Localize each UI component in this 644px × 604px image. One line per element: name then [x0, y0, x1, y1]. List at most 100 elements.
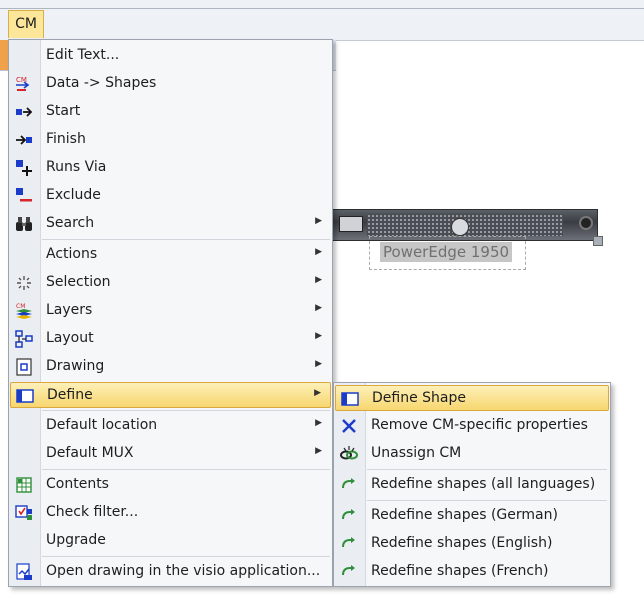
menu-item-label: Start [46, 103, 81, 119]
redefine-arrow-icon [342, 509, 355, 520]
menu-item-label: Contents [46, 476, 109, 492]
device-label-box[interactable]: PowerEdge 1950 [369, 236, 526, 270]
menu-item-label: Upgrade [46, 532, 106, 548]
menu-item-label: Default MUX [46, 445, 134, 461]
cm-context-menu: Edit Text... CM Data -> Shapes Start Fin… [8, 39, 333, 587]
menu-separator [42, 410, 330, 411]
menu-item-label: Redefine shapes (all languages) [371, 476, 596, 492]
submenu-item-remove-cm-properties[interactable]: Remove CM-specific properties [335, 413, 609, 439]
menu-item-selection[interactable]: Selection ▶ [10, 270, 331, 296]
submenu-item-define-shape[interactable]: Define Shape [335, 385, 609, 411]
menu-item-exclude[interactable]: Exclude [10, 183, 331, 209]
menu-item-layout[interactable]: Layout ▶ [10, 326, 331, 352]
submenu-item-redefine-all[interactable]: Redefine shapes (all languages) [335, 472, 609, 498]
menu-item-default-location[interactable]: Default location ▶ [10, 413, 331, 439]
binoculars-icon [16, 217, 32, 231]
menu-item-edit-text[interactable]: Edit Text... [10, 43, 331, 69]
submenu-arrow-icon: ▶ [314, 388, 321, 398]
redefine-arrow-icon [342, 478, 355, 489]
menu-separator [367, 500, 607, 501]
menu-item-label: Data -> Shapes [46, 75, 157, 91]
selection-handle[interactable] [593, 236, 603, 246]
server-knob [579, 216, 593, 230]
menu-item-label: Redefine shapes (English) [371, 535, 553, 551]
drawing-page-icon [16, 358, 32, 376]
menu-item-label: Search [46, 215, 95, 231]
menu-separator [42, 556, 330, 557]
server-logo [451, 218, 469, 236]
menu-item-actions[interactable]: Actions ▶ [10, 242, 331, 268]
submenu-item-redefine-french[interactable]: Redefine shapes (French) [335, 559, 609, 585]
ribbon-accent [0, 40, 8, 70]
menu-item-data-shapes[interactable]: CM Data -> Shapes [10, 71, 331, 97]
device-label: PowerEdge 1950 [380, 242, 513, 262]
selection-sparkle-icon [17, 276, 31, 290]
remove-x-icon [342, 419, 356, 433]
submenu-item-unassign-cm[interactable]: Unassign CM [335, 441, 609, 467]
menu-item-label: Open drawing in the visio application... [46, 563, 321, 579]
submenu-arrow-icon: ▶ [315, 359, 322, 369]
menu-item-label: Drawing [46, 358, 105, 374]
runs-via-plus-icon [16, 160, 32, 176]
submenu-arrow-icon: ▶ [315, 275, 322, 285]
exclude-minus-icon [16, 188, 32, 202]
menu-item-open-visio[interactable]: Open drawing in the visio application... [10, 559, 331, 585]
menu-item-label: Selection [46, 274, 111, 290]
menu-item-label: Unassign CM [371, 445, 462, 461]
menu-item-start[interactable]: Start [10, 99, 331, 125]
check-filter-icon [15, 505, 32, 520]
menu-item-layers[interactable]: CM Layers ▶ [10, 298, 331, 324]
menu-item-runs-via[interactable]: Runs Via [10, 155, 331, 181]
menu-separator [42, 469, 330, 470]
menu-item-label: Finish [46, 131, 86, 147]
menu-item-upgrade[interactable]: Upgrade [10, 528, 331, 554]
menu-item-label: Actions [46, 246, 98, 262]
menu-item-label: Runs Via [46, 159, 107, 175]
menu-item-label: Remove CM-specific properties [371, 417, 588, 433]
start-arrow-icon [16, 107, 33, 117]
menu-item-label: Edit Text... [46, 47, 120, 63]
open-visio-icon [16, 563, 32, 580]
define-shape-icon [341, 392, 359, 406]
contents-grid-icon [16, 477, 32, 493]
menu-item-define[interactable]: Define ▶ [10, 382, 331, 408]
cm-menu-tab[interactable]: CM [8, 10, 44, 38]
menu-item-label: Layers [46, 302, 93, 318]
menu-item-label: Check filter... [46, 504, 139, 520]
layers-icon: CM [16, 303, 32, 319]
submenu-arrow-icon: ▶ [315, 331, 322, 341]
submenu-arrow-icon: ▶ [315, 303, 322, 313]
menu-item-label: Define [47, 387, 93, 403]
define-shape-icon [16, 389, 34, 403]
menu-item-label: Define Shape [372, 390, 466, 406]
submenu-arrow-icon: ▶ [315, 418, 322, 428]
unassign-link-icon [340, 446, 358, 460]
menu-separator [367, 469, 607, 470]
menu-item-check-filter[interactable]: Check filter... [10, 500, 331, 526]
menu-item-search[interactable]: Search ▶ [10, 211, 331, 237]
menu-item-label: Redefine shapes (French) [371, 563, 549, 579]
define-submenu: Define Shape Remove CM-specific properti… [333, 382, 611, 587]
server-badge [339, 216, 363, 232]
data-to-shapes-icon: CM [16, 76, 30, 91]
menu-item-label: Layout [46, 330, 94, 346]
submenu-arrow-icon: ▶ [315, 216, 322, 226]
submenu-arrow-icon: ▶ [315, 446, 322, 456]
submenu-item-redefine-english[interactable]: Redefine shapes (English) [335, 531, 609, 557]
menu-item-finish[interactable]: Finish [10, 127, 331, 153]
menu-item-label: Default location [46, 417, 158, 433]
menu-separator [42, 239, 330, 240]
menu-item-default-mux[interactable]: Default MUX ▶ [10, 441, 331, 467]
menubar: CM [0, 0, 644, 41]
finish-arrow-icon [16, 135, 32, 145]
menubar-divider [0, 8, 644, 9]
menu-item-drawing[interactable]: Drawing ▶ [10, 354, 331, 380]
menu-item-label: Redefine shapes (German) [371, 507, 558, 523]
submenu-item-redefine-german[interactable]: Redefine shapes (German) [335, 503, 609, 529]
menu-item-contents[interactable]: Contents [10, 472, 331, 498]
redefine-arrow-icon [342, 565, 355, 576]
layout-tree-icon [15, 330, 33, 348]
submenu-arrow-icon: ▶ [315, 247, 322, 257]
redefine-arrow-icon [342, 537, 355, 548]
menu-item-label: Exclude [46, 187, 101, 203]
